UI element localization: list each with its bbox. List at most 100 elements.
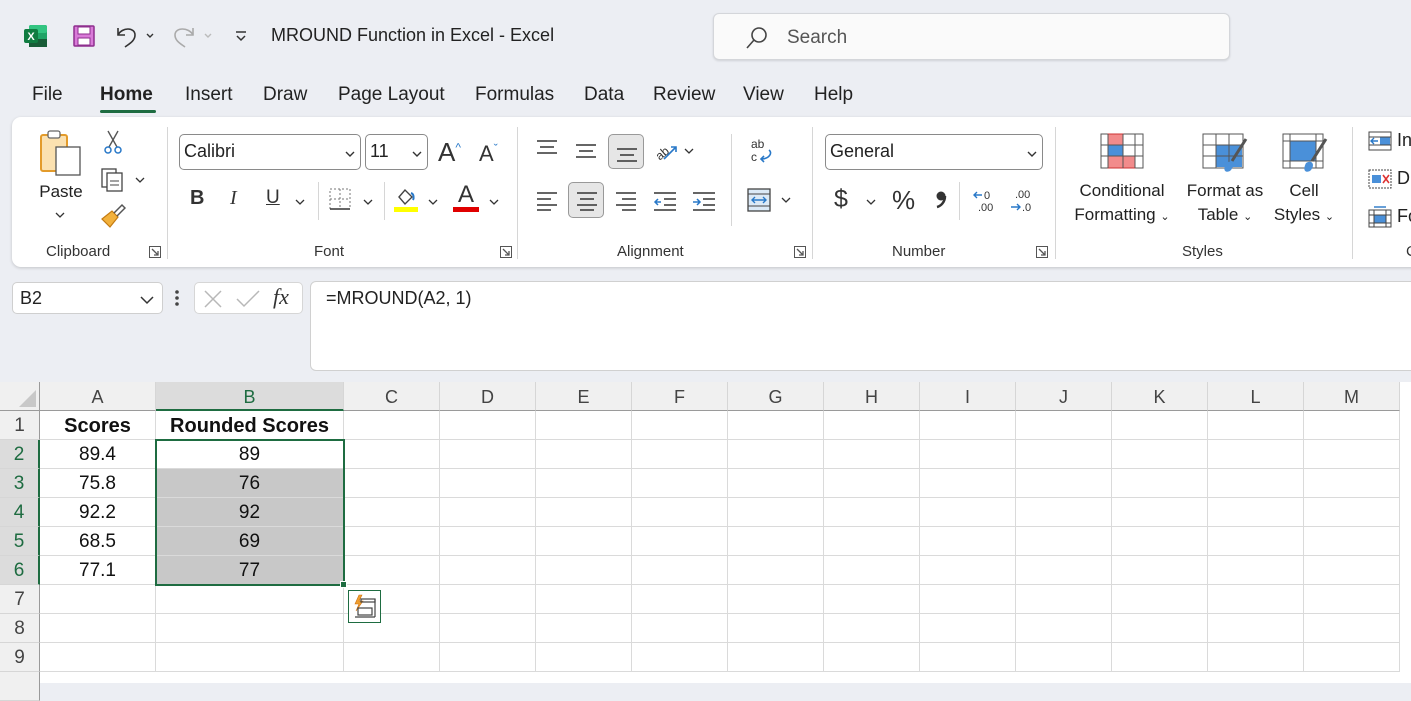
cut-button[interactable] xyxy=(102,129,124,160)
cell-k5[interactable] xyxy=(1112,527,1208,556)
cell-f4[interactable] xyxy=(632,498,728,527)
clipboard-dialog-launcher[interactable] xyxy=(149,245,161,258)
column-header-f[interactable]: F xyxy=(632,382,728,411)
font-size-select[interactable]: 11 xyxy=(365,134,428,170)
cell-j4[interactable] xyxy=(1016,498,1112,527)
row-header-8[interactable]: 8 xyxy=(0,614,40,643)
column-header-h[interactable]: H xyxy=(824,382,920,411)
cell-m6[interactable] xyxy=(1304,556,1400,585)
cell-g3[interactable] xyxy=(728,469,824,498)
cell-j7[interactable] xyxy=(1016,585,1112,614)
cell-f3[interactable] xyxy=(632,469,728,498)
cell-i8[interactable] xyxy=(920,614,1016,643)
cell-m1[interactable] xyxy=(1304,411,1400,440)
bottom-align-button[interactable] xyxy=(608,134,644,169)
cell-f5[interactable] xyxy=(632,527,728,556)
cell-c9[interactable] xyxy=(344,643,440,672)
column-header-a[interactable]: A xyxy=(40,382,156,411)
tab-review[interactable]: Review xyxy=(653,84,715,106)
cell-e3[interactable] xyxy=(536,469,632,498)
borders-dropdown[interactable] xyxy=(362,195,374,213)
cell-d3[interactable] xyxy=(440,469,536,498)
cell-j3[interactable] xyxy=(1016,469,1112,498)
cell-f2[interactable] xyxy=(632,440,728,469)
cell-g4[interactable] xyxy=(728,498,824,527)
bold-button[interactable]: B xyxy=(190,187,204,210)
cell-g1[interactable] xyxy=(728,411,824,440)
increase-font-size-button[interactable]: A^ xyxy=(438,137,461,168)
fill-handle[interactable] xyxy=(340,581,347,588)
cell-j8[interactable] xyxy=(1016,614,1112,643)
font-name-select[interactable]: Calibri xyxy=(179,134,361,170)
cell-g8[interactable] xyxy=(728,614,824,643)
worksheet-grid[interactable]: A B C D E F G H I J K L M 1 Scores Rounded Scores 2 89.4 8… xyxy=(0,382,1411,701)
cell-i3[interactable] xyxy=(920,469,1016,498)
delete-cells-button[interactable]: D xyxy=(1368,168,1410,189)
cell-j6[interactable] xyxy=(1016,556,1112,585)
cell-i9[interactable] xyxy=(920,643,1016,672)
cell-j1[interactable] xyxy=(1016,411,1112,440)
format-as-table-button[interactable]: Format as Table ⌄ xyxy=(1182,131,1268,231)
cell-m5[interactable] xyxy=(1304,527,1400,556)
italic-button[interactable]: I xyxy=(230,187,237,210)
cell-b2[interactable]: 89 xyxy=(156,440,344,469)
row-header-3[interactable]: 3 xyxy=(0,469,40,498)
cell-b1[interactable]: Rounded Scores xyxy=(156,411,344,440)
cell-d6[interactable] xyxy=(440,556,536,585)
tab-help[interactable]: Help xyxy=(814,84,853,106)
save-button[interactable] xyxy=(70,20,98,52)
cell-d8[interactable] xyxy=(440,614,536,643)
tab-formulas[interactable]: Formulas xyxy=(475,84,554,106)
orientation-button[interactable]: ab xyxy=(652,137,698,170)
cell-k9[interactable] xyxy=(1112,643,1208,672)
formula-bar-grip-icon[interactable] xyxy=(174,288,180,313)
wrap-text-button[interactable]: ab c xyxy=(749,137,775,170)
fill-color-button[interactable] xyxy=(393,185,419,218)
font-color-dropdown[interactable] xyxy=(488,195,500,213)
cell-h3[interactable] xyxy=(824,469,920,498)
cell-a3[interactable]: 75.8 xyxy=(40,469,156,498)
format-painter-button[interactable] xyxy=(100,203,127,234)
tab-view[interactable]: View xyxy=(743,84,784,106)
column-header-g[interactable]: G xyxy=(728,382,824,411)
column-header-k[interactable]: K xyxy=(1112,382,1208,411)
borders-button[interactable] xyxy=(328,187,352,216)
cell-c2[interactable] xyxy=(344,440,440,469)
cell-h5[interactable] xyxy=(824,527,920,556)
underline-dropdown[interactable] xyxy=(294,195,306,213)
number-format-select[interactable]: General xyxy=(825,134,1043,170)
column-header-l[interactable]: L xyxy=(1208,382,1304,411)
font-color-button[interactable]: A xyxy=(453,181,479,209)
cell-styles-button[interactable]: Cell Styles ⌄ xyxy=(1268,131,1340,231)
cell-l9[interactable] xyxy=(1208,643,1304,672)
undo-button[interactable] xyxy=(112,20,158,52)
cell-d1[interactable] xyxy=(440,411,536,440)
column-header-j[interactable]: J xyxy=(1016,382,1112,411)
cell-m2[interactable] xyxy=(1304,440,1400,469)
insert-function-button[interactable]: fx xyxy=(273,284,289,310)
fill-color-dropdown[interactable] xyxy=(427,195,439,213)
cell-k6[interactable] xyxy=(1112,556,1208,585)
cell-i7[interactable] xyxy=(920,585,1016,614)
formula-input[interactable]: =MROUND(A2, 1) xyxy=(310,281,1411,371)
increase-indent-button[interactable] xyxy=(692,191,716,216)
cell-k7[interactable] xyxy=(1112,585,1208,614)
cell-i5[interactable] xyxy=(920,527,1016,556)
paste-button[interactable] xyxy=(38,129,84,182)
increase-decimal-button[interactable]: 0.00 xyxy=(972,187,1000,220)
cell-h4[interactable] xyxy=(824,498,920,527)
comma-style-button[interactable] xyxy=(934,185,948,218)
cell-e2[interactable] xyxy=(536,440,632,469)
row-header-partial[interactable] xyxy=(0,672,40,701)
cell-h1[interactable] xyxy=(824,411,920,440)
cell-l1[interactable] xyxy=(1208,411,1304,440)
cell-j2[interactable] xyxy=(1016,440,1112,469)
cell-k1[interactable] xyxy=(1112,411,1208,440)
column-header-b[interactable]: B xyxy=(156,382,344,411)
cell-h9[interactable] xyxy=(824,643,920,672)
center-align-button[interactable] xyxy=(568,182,604,218)
font-dialog-launcher[interactable] xyxy=(500,245,512,258)
cell-d5[interactable] xyxy=(440,527,536,556)
cell-e1[interactable] xyxy=(536,411,632,440)
middle-align-button[interactable] xyxy=(575,143,597,166)
